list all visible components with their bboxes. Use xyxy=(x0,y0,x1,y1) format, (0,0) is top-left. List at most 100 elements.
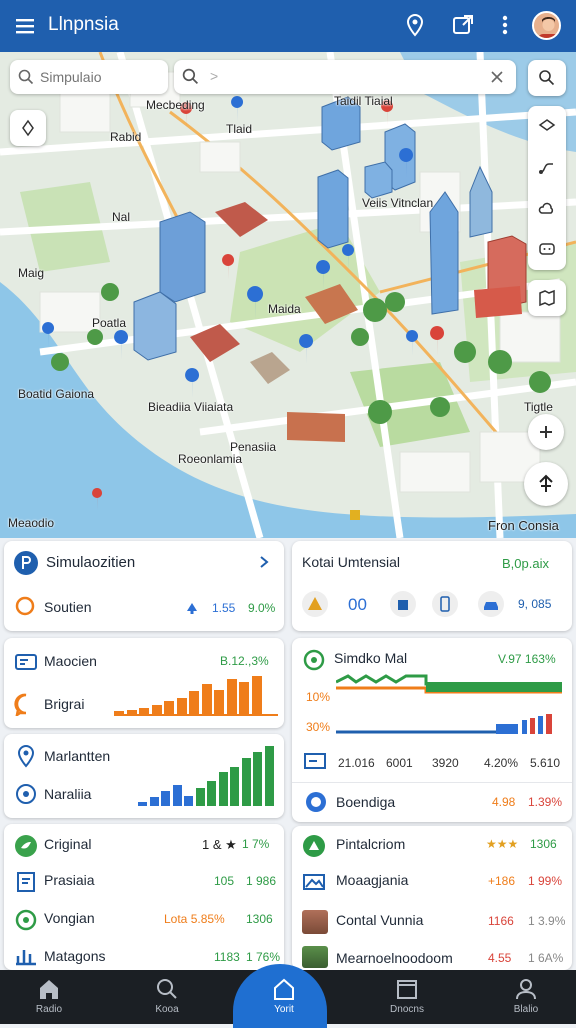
chart-bar xyxy=(253,752,262,806)
list-value: ★★★ xyxy=(486,837,519,851)
chart-bar xyxy=(149,797,159,806)
tent-icon[interactable] xyxy=(302,591,328,617)
chat-bubble-icon xyxy=(14,693,27,716)
bar-chart xyxy=(114,676,278,716)
chart-bar xyxy=(172,785,182,806)
leaf-icon xyxy=(303,835,325,857)
card-title: Simulaozitien xyxy=(46,554,136,571)
mountain-icon xyxy=(303,874,325,890)
zoom-in-button[interactable] xyxy=(528,414,564,450)
compass-icon xyxy=(22,119,34,137)
stat: 6001 xyxy=(386,756,413,770)
nav-item-home[interactable]: Yorit xyxy=(244,970,324,1024)
list-label: Moaagjania xyxy=(336,872,409,888)
list-value: 1166 xyxy=(488,914,514,928)
user-search-button[interactable] xyxy=(528,60,566,96)
locate-button[interactable] xyxy=(10,110,46,146)
stat: 5.610 xyxy=(530,756,561,770)
park-thumbnail xyxy=(302,946,328,968)
map-view[interactable]: Mecbeding Tlaid Taidil Tiaial Rabid Nal … xyxy=(0,52,576,538)
percent: 9.0% xyxy=(248,601,276,615)
document-icon xyxy=(17,872,35,892)
row-label: Soutien xyxy=(44,599,92,615)
nav-item-profile[interactable]: Blalio xyxy=(486,970,566,1024)
simdko-card[interactable]: Simdko Mal V.97 163% 10% 30% 21.016 6001… xyxy=(292,638,572,822)
ticket-icon xyxy=(304,753,326,769)
step-chart xyxy=(336,674,562,734)
bar-chart xyxy=(138,746,278,806)
stat: 4.20% xyxy=(484,756,519,770)
search-icon xyxy=(157,979,177,999)
chart-bar xyxy=(264,746,274,806)
share-icon[interactable] xyxy=(450,12,476,38)
map-label: Tlaid xyxy=(226,122,253,136)
count: 00 xyxy=(348,595,367,614)
stat: 3920 xyxy=(432,756,459,770)
list-card-left: Criginal 1 & ★ 1 7% Prasiaia 105 1 986 V… xyxy=(4,824,284,970)
maocien-card[interactable]: Maocien B.12.,3% Brigrai xyxy=(4,638,284,728)
avatar[interactable] xyxy=(532,11,561,40)
map-label: Roeonlamia xyxy=(178,452,243,466)
kota-card[interactable]: Kotai Umtensial B,0p.aix 00 9, 085 xyxy=(292,541,572,631)
search-icon xyxy=(18,69,34,85)
chart-bar xyxy=(251,676,262,716)
percent: 1.39% xyxy=(528,795,563,809)
more-vert-icon[interactable] xyxy=(492,12,518,38)
list-percent: 1 99% xyxy=(528,874,563,888)
folder-icon xyxy=(397,980,417,999)
map-type-button[interactable] xyxy=(528,280,566,316)
chat-icon[interactable] xyxy=(537,240,557,260)
map-tools-panel xyxy=(528,106,566,270)
navigation-icon xyxy=(539,474,553,492)
menu-icon[interactable] xyxy=(14,15,36,37)
list-label: Matagons xyxy=(44,948,106,964)
chart-bar xyxy=(189,691,199,716)
search-input-right[interactable]: > xyxy=(210,68,218,84)
car-icon[interactable] xyxy=(478,591,504,617)
nav-item-radio[interactable]: Radio xyxy=(9,970,89,1024)
navigate-button[interactable] xyxy=(524,462,568,506)
map-label: Rabid xyxy=(110,130,142,144)
close-icon[interactable] xyxy=(490,70,504,84)
chart-bar xyxy=(218,771,228,806)
location-pin-icon[interactable] xyxy=(402,12,428,38)
bar-chart-icon xyxy=(16,950,36,966)
simulation-card[interactable]: Simulaozitien Soutien 1.55 9.0% xyxy=(4,541,284,631)
location-pin-icon xyxy=(17,744,35,768)
search-box-left[interactable] xyxy=(10,60,168,94)
y-label: 10% xyxy=(306,690,331,704)
list-card-right: Pintalcriom ★★★ 1306 Moaagjania +186 1 9… xyxy=(292,826,572,970)
card-title: Maocien xyxy=(44,653,97,669)
chevron-right-icon[interactable] xyxy=(258,555,270,569)
toggle-icon xyxy=(15,909,37,931)
nav-item-documents[interactable]: Dnocns xyxy=(367,970,447,1024)
map-label: Maida xyxy=(268,302,301,316)
cloud-icon[interactable] xyxy=(537,199,557,219)
chart-bar xyxy=(230,767,239,806)
id-card-icon xyxy=(15,654,37,670)
list-value: Lota 5.85% xyxy=(164,912,225,926)
value: B,0p.aix xyxy=(502,556,549,571)
value: 4.98 xyxy=(492,795,516,809)
nav-label: Kooa xyxy=(155,1004,179,1015)
list-label: Contal Vunnia xyxy=(336,912,424,928)
search-input-left[interactable] xyxy=(40,66,160,88)
marlantten-card[interactable]: Marlantten Naraliia xyxy=(4,734,284,818)
row-label: Boendiga xyxy=(336,794,396,810)
nav-item-search[interactable]: Kooa xyxy=(127,970,207,1024)
map-label: Nal xyxy=(112,210,131,224)
app-bar: Llnpnsia xyxy=(0,0,576,52)
route-icon[interactable] xyxy=(537,158,557,178)
arrow-up-icon xyxy=(187,603,197,614)
bag-icon[interactable] xyxy=(390,591,416,617)
layers-icon[interactable] xyxy=(537,117,557,137)
phone-icon[interactable] xyxy=(432,591,458,617)
chart-bar xyxy=(201,683,212,716)
home-icon xyxy=(40,980,58,999)
map-label: Veiis Vitnclan xyxy=(362,196,434,210)
map-label: Mecbeding xyxy=(146,98,205,112)
search-box-right[interactable]: > xyxy=(174,60,516,94)
row-label: Brigrai xyxy=(44,696,85,712)
map-label: Meaodio xyxy=(8,516,55,530)
list-label: Prasiaia xyxy=(44,872,95,888)
